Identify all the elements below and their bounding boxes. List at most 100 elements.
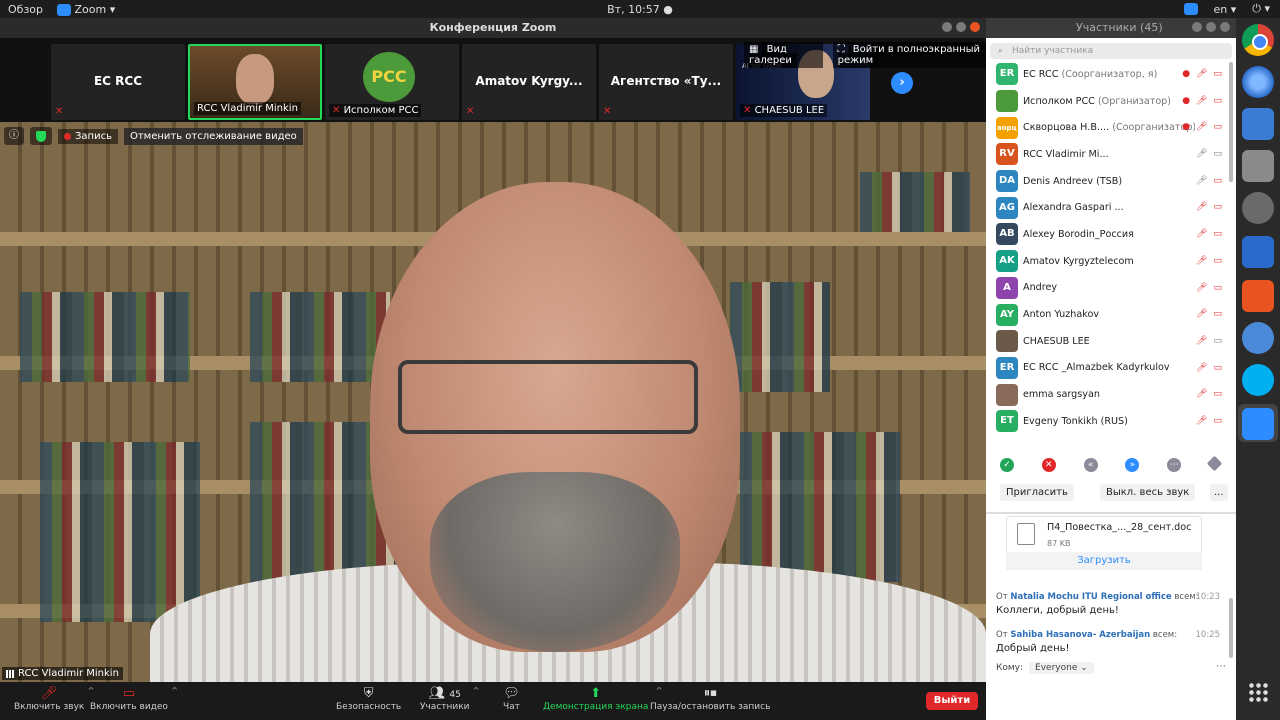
faster-icon[interactable]: » — [1125, 458, 1140, 472]
close-button[interactable] — [1220, 22, 1230, 32]
download-button[interactable]: Загрузить — [1006, 552, 1202, 570]
video-off-icon[interactable]: ▭ — [1213, 256, 1222, 266]
thunderbird-icon[interactable] — [1242, 108, 1274, 140]
gallery-view-button[interactable]: ▦ Вид галереи — [744, 42, 823, 68]
maximize-button[interactable] — [1206, 22, 1216, 32]
video-on-icon[interactable]: ▭ — [1213, 149, 1222, 159]
minimize-button[interactable] — [942, 22, 952, 32]
participant-row[interactable]: A Andrey 🎤︎ ▭ — [986, 275, 1236, 302]
start-video-button[interactable]: ▭ Включить видео ^ — [90, 686, 178, 712]
video-off-icon[interactable]: ▭ — [1213, 416, 1222, 426]
yes-icon[interactable]: ✓ — [1000, 458, 1014, 472]
participant-row[interactable]: RV RCC Vladimir Mi... 🎤︎ ▭ — [986, 141, 1236, 168]
participant-row[interactable]: CHAESUB LEE 🎤︎ ▭ — [986, 328, 1236, 355]
thumbnail-vladimir-minkin[interactable]: RCC Vladimir Minkin — [188, 44, 322, 120]
zoom-icon[interactable] — [1242, 408, 1274, 440]
unmute-button[interactable]: 🎤︎ Включить звук ^ — [14, 686, 94, 712]
more-reactions-icon[interactable]: ⋯ — [1167, 458, 1182, 472]
recipient-select[interactable]: Everyone ⌄ — [1029, 662, 1094, 674]
chat-scrollbar[interactable] — [1229, 598, 1233, 658]
mic-muted-icon[interactable]: 🎤︎ — [1196, 96, 1207, 106]
close-button[interactable] — [970, 22, 980, 32]
minimize-button[interactable] — [1192, 22, 1202, 32]
video-off-icon[interactable]: ▭ — [1213, 202, 1222, 212]
mic-muted-icon[interactable]: 🎤︎ — [1196, 309, 1207, 319]
help-icon[interactable] — [1242, 322, 1274, 354]
participant-row[interactable]: AB Alexey Borodin_Россия 🎤︎ ▭ — [986, 221, 1236, 248]
invite-button[interactable]: Пригласить — [1000, 483, 1074, 501]
participant-search-input[interactable]: ⌕ Найти участника — [990, 43, 1232, 59]
chromium-icon[interactable] — [1242, 66, 1274, 98]
chrome-icon[interactable] — [1242, 24, 1274, 56]
share-screen-button[interactable]: ⬆ Демонстрация экрана ^ — [543, 686, 662, 712]
clear-icon[interactable] — [1206, 455, 1223, 472]
leave-button[interactable]: Выйти — [926, 692, 978, 710]
video-off-icon[interactable]: ▭ — [1213, 96, 1222, 106]
clock[interactable]: Вт, 10:57 ● — [0, 3, 1280, 16]
participant-row[interactable]: AG Alexandra Gaspari ... 🎤︎ ▭ — [986, 194, 1236, 221]
chat-button[interactable]: 💬︎ Чат — [503, 686, 520, 712]
maximize-button[interactable] — [956, 22, 966, 32]
activities-button[interactable]: Обзор — [8, 3, 43, 16]
info-icon[interactable]: ⓘ — [4, 127, 24, 145]
participant-scrollbar[interactable] — [1229, 62, 1233, 182]
video-off-icon[interactable]: ▭ — [1213, 229, 1222, 239]
participant-row[interactable]: AK Amatov Kyrgyztelecom 🎤︎ ▭ — [986, 248, 1236, 275]
mic-muted-icon[interactable]: 🎤︎ — [1196, 202, 1207, 212]
video-off-icon[interactable]: ▭ — [1213, 389, 1222, 399]
participants-button[interactable]: 👥︎ 45 Участники ^ — [420, 686, 480, 712]
no-icon[interactable]: ✕ — [1041, 458, 1056, 472]
mic-muted-icon[interactable]: 🎤︎ — [1196, 336, 1207, 346]
thumbnail-amatov[interactable]: Amatov Kyrgy... ✕ — [462, 44, 596, 120]
participant-row[interactable]: ER EC RCC _Almazbek Kadyrkulov 🎤︎ ▭ — [986, 355, 1236, 382]
app-menu[interactable]: Zoom ▾ — [57, 3, 115, 16]
mic-muted-icon[interactable]: 🎤︎ — [1196, 363, 1207, 373]
participant-row[interactable]: DA Denis Andreev (TSB) 🎤︎ ▭ — [986, 168, 1236, 195]
caret-up-icon[interactable]: ^ — [171, 686, 178, 695]
slower-icon[interactable]: « — [1083, 458, 1098, 472]
fullscreen-button[interactable]: ⛶ Войти в полноэкранный режим — [832, 42, 986, 68]
participant-row[interactable]: ET Evgeny Tonkikh (RUS) 🎤︎ ▭ — [986, 408, 1236, 435]
message-sender[interactable]: Natalia Mochu ITU Regional office — [1010, 592, 1171, 602]
mic-muted-icon[interactable]: 🎤︎ — [1196, 229, 1207, 239]
participant-row[interactable]: ER EC RCC (Соорганизатор, я) ● 🎤︎ ▭ — [986, 61, 1236, 88]
participant-row[interactable]: Исполком РСС (Организатор) ● 🎤︎ ▭ — [986, 88, 1236, 115]
video-off-icon[interactable]: ▭ — [1213, 283, 1222, 293]
security-button[interactable]: ⛨ Безопасность — [336, 686, 401, 712]
stop-tracking-button[interactable]: Отменить отслеживание видео — [123, 127, 303, 145]
video-off-icon[interactable]: ▭ — [1213, 176, 1222, 186]
writer-icon[interactable] — [1242, 236, 1274, 268]
mic-muted-icon[interactable]: 🎤︎ — [1196, 122, 1207, 132]
thumbnail-ispolkom[interactable]: PCC ✕ Исполком РСС — [325, 44, 459, 120]
encryption-shield-icon[interactable] — [30, 127, 52, 145]
mic-muted-icon[interactable]: 🎤︎ — [1196, 283, 1207, 293]
mic-muted-icon[interactable]: 🎤︎ — [1196, 256, 1207, 266]
caret-up-icon[interactable]: ^ — [473, 686, 480, 695]
language-selector[interactable]: en ▾ — [1214, 3, 1237, 16]
next-page-button[interactable]: › — [891, 72, 913, 94]
video-off-icon[interactable]: ▭ — [1213, 309, 1222, 319]
skype-icon[interactable] — [1242, 364, 1274, 396]
mic-muted-icon[interactable]: 🎤︎ — [1196, 416, 1207, 426]
pause-recording-button[interactable]: ⏸⏹ Пауза/остановить запись — [650, 686, 770, 712]
video-off-icon[interactable]: ▭ — [1213, 122, 1222, 132]
mic-on-icon[interactable]: 🎤︎ — [1196, 176, 1207, 186]
mute-all-button[interactable]: Выкл. весь звук — [1100, 483, 1196, 501]
participant-row[interactable]: AY Anton Yuzhakov 🎤︎ ▭ — [986, 301, 1236, 328]
show-apps-icon[interactable] — [1248, 682, 1268, 702]
thumbnail-ec-rcc[interactable]: EC RCC ✕ — [51, 44, 185, 120]
video-off-icon[interactable]: ▭ — [1213, 69, 1222, 79]
mic-muted-icon[interactable]: 🎤︎ — [1196, 389, 1207, 399]
participant-row[interactable]: emma sargsyan 🎤︎ ▭ — [986, 381, 1236, 408]
power-menu[interactable]: ⏻ ▾ — [1252, 2, 1270, 16]
software-center-icon[interactable] — [1242, 280, 1274, 312]
message-sender[interactable]: Sahiba Hasanova- Azerbaijan — [1010, 630, 1150, 640]
recording-indicator[interactable]: Запись — [58, 128, 118, 144]
video-on-icon[interactable]: ▭ — [1213, 336, 1222, 346]
zoom-tray-icon[interactable] — [1183, 3, 1198, 15]
rhythmbox-icon[interactable] — [1242, 192, 1274, 224]
mic-on-icon[interactable]: 🎤︎ — [1196, 149, 1207, 159]
more-options-button[interactable]: ... — [1210, 483, 1228, 501]
mic-muted-icon[interactable]: 🎤︎ — [1196, 69, 1207, 79]
chat-more-button[interactable]: ⋯ — [1216, 661, 1226, 672]
